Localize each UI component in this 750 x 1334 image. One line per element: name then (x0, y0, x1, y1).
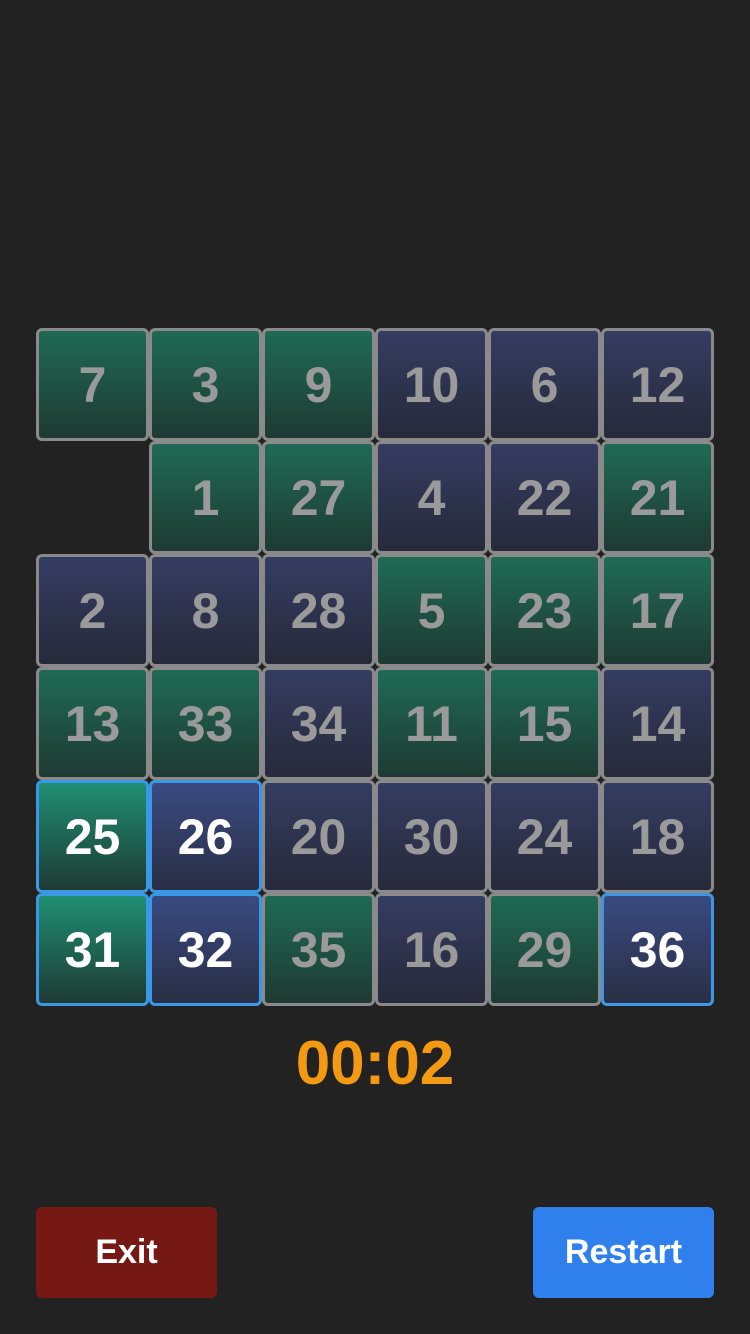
puzzle-tile[interactable]: 20 (262, 780, 375, 893)
puzzle-tile[interactable]: 17 (601, 554, 714, 667)
timer: 00:02 (295, 1029, 455, 1098)
game-screen: 7 3 9 10 6 12 1 27 4 22 21 2 8 28 5 23 17 13 33 34 11 15 14 25 2… (0, 0, 750, 1334)
puzzle-tile[interactable]: 15 (488, 667, 601, 780)
puzzle-tile[interactable]: 5 (375, 554, 488, 667)
puzzle-tile[interactable]: 32 (149, 893, 262, 1006)
puzzle-tile[interactable]: 4 (375, 441, 488, 554)
puzzle-tile[interactable]: 1 (149, 441, 262, 554)
puzzle-tile[interactable]: 28 (262, 554, 375, 667)
puzzle-tile[interactable]: 13 (36, 667, 149, 780)
puzzle-tile[interactable]: 23 (488, 554, 601, 667)
puzzle-tile[interactable]: 36 (601, 893, 714, 1006)
puzzle-tile[interactable]: 18 (601, 780, 714, 893)
puzzle-tile[interactable]: 8 (149, 554, 262, 667)
empty-slot (36, 441, 149, 554)
puzzle-tile[interactable]: 10 (375, 328, 488, 441)
puzzle-tile[interactable]: 3 (149, 328, 262, 441)
puzzle-tile[interactable]: 22 (488, 441, 601, 554)
puzzle-tile[interactable]: 26 (149, 780, 262, 893)
puzzle-tile[interactable]: 34 (262, 667, 375, 780)
puzzle-tile[interactable]: 14 (601, 667, 714, 780)
puzzle-tile[interactable]: 35 (262, 893, 375, 1006)
puzzle-tile[interactable]: 6 (488, 328, 601, 441)
puzzle-tile[interactable]: 31 (36, 893, 149, 1006)
puzzle-tile[interactable]: 29 (488, 893, 601, 1006)
puzzle-tile[interactable]: 16 (375, 893, 488, 1006)
puzzle-tile[interactable]: 24 (488, 780, 601, 893)
puzzle-tile[interactable]: 7 (36, 328, 149, 441)
puzzle-tile[interactable]: 2 (36, 554, 149, 667)
puzzle-tile[interactable]: 12 (601, 328, 714, 441)
puzzle-tile[interactable]: 27 (262, 441, 375, 554)
puzzle-tile[interactable]: 11 (375, 667, 488, 780)
puzzle-board: 7 3 9 10 6 12 1 27 4 22 21 2 8 28 5 23 17 13 33 34 11 15 14 25 2… (36, 328, 714, 1006)
exit-button[interactable]: Exit (36, 1207, 217, 1298)
puzzle-tile[interactable]: 33 (149, 667, 262, 780)
puzzle-tile[interactable]: 9 (262, 328, 375, 441)
restart-button[interactable]: Restart (533, 1207, 714, 1298)
puzzle-tile[interactable]: 30 (375, 780, 488, 893)
puzzle-tile[interactable]: 21 (601, 441, 714, 554)
puzzle-tile[interactable]: 25 (36, 780, 149, 893)
